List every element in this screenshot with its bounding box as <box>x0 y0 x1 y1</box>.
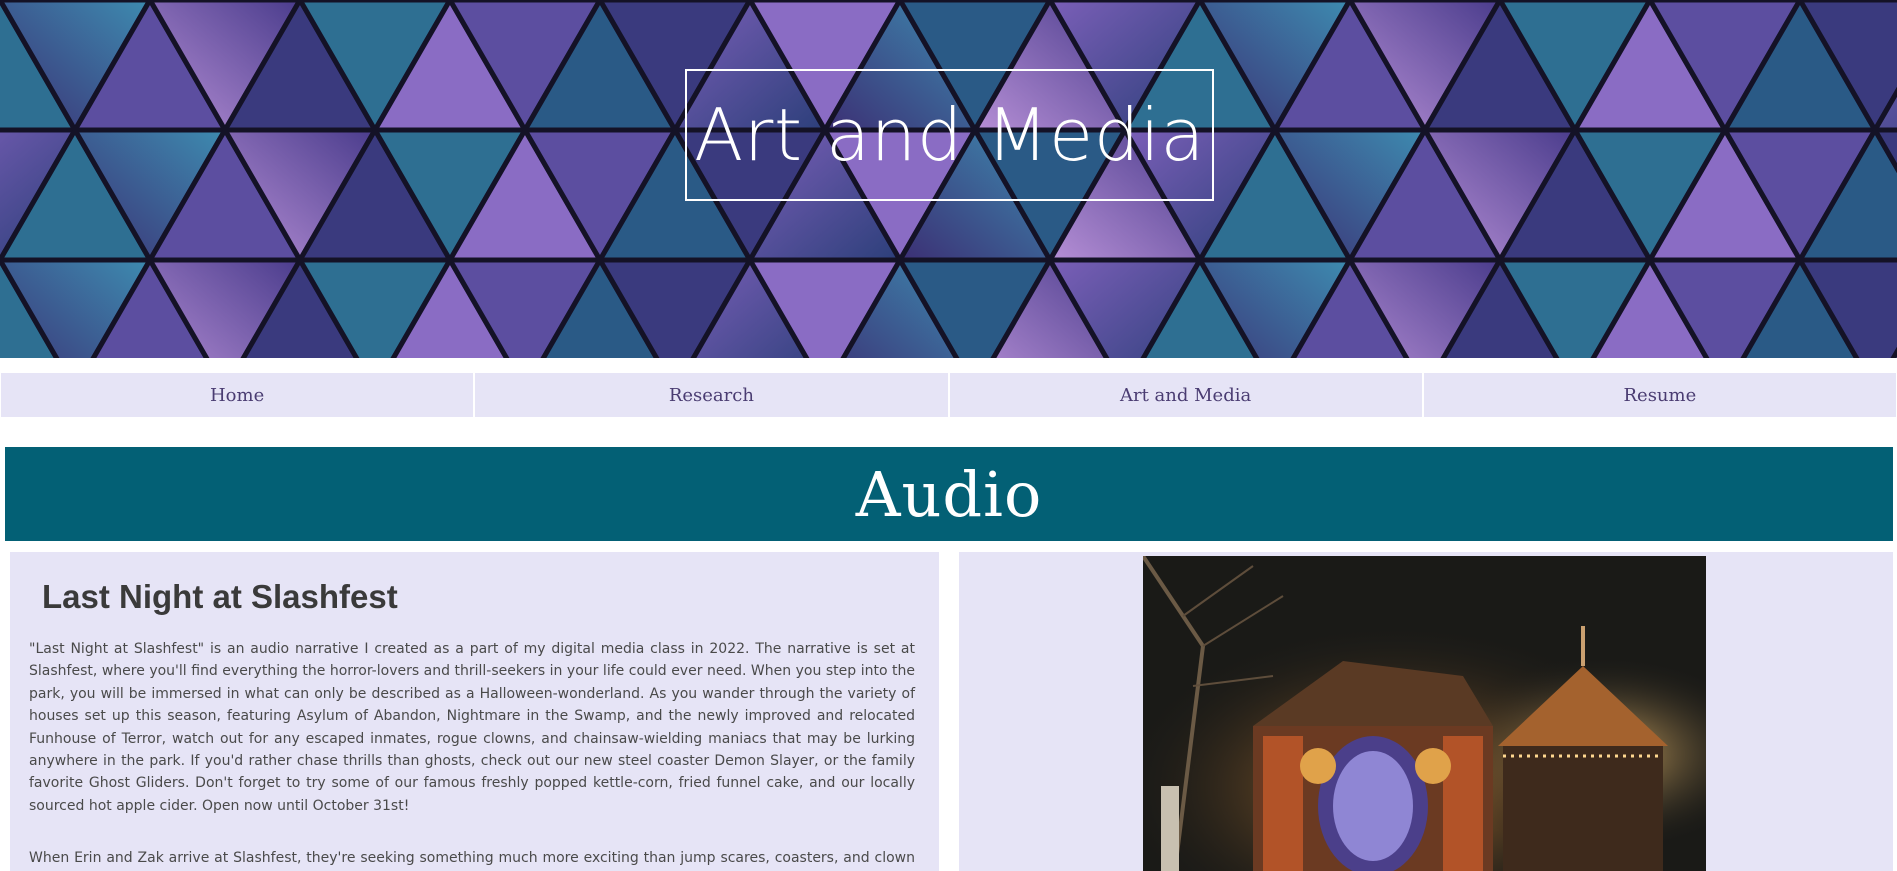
slashfest-photo-illustration <box>1143 556 1706 871</box>
nav-item-research[interactable]: Research <box>474 372 949 418</box>
article-photo <box>1143 556 1706 871</box>
nav-item-home[interactable]: Home <box>0 372 475 418</box>
section-title: Audio <box>855 457 1043 531</box>
hero-banner: Art and Media <box>0 0 1897 358</box>
hero-title-box: Art and Media <box>685 69 1214 201</box>
article-paragraph-2: When Erin and Zak arrive at Slashfest, t… <box>29 850 915 867</box>
nav-item-resume[interactable]: Resume <box>1422 372 1897 418</box>
article-title: Last Night at Slashfest <box>42 578 398 615</box>
article-paragraph-1: "Last Night at Slashfest" is an audio na… <box>29 641 915 814</box>
media-card <box>959 552 1893 871</box>
article-card: Last Night at Slashfest "Last Night at S… <box>10 552 939 871</box>
hero-title: Art and Media <box>693 93 1206 177</box>
nav-item-art-and-media[interactable]: Art and Media <box>948 372 1423 418</box>
section-header: Audio <box>5 447 1893 541</box>
main-nav: Home Research Art and Media Resume <box>0 372 1897 418</box>
